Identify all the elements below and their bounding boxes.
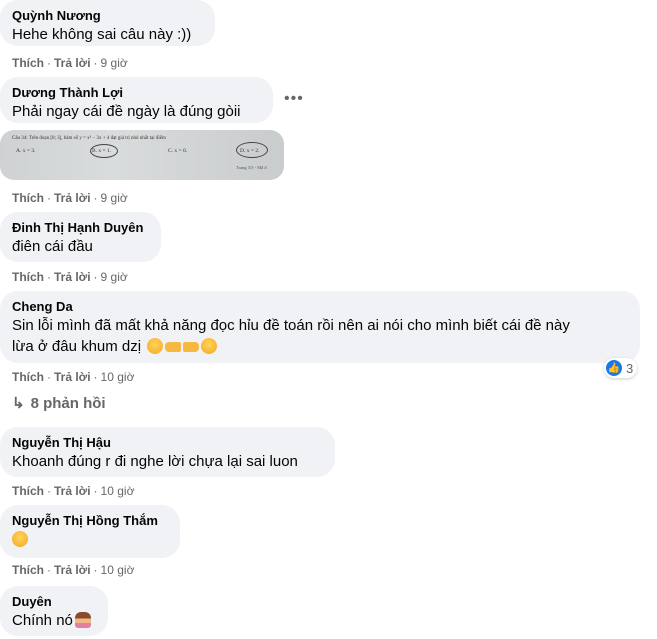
- comment-bubble: Duyên Chính nó: [0, 586, 108, 636]
- comment-text: điên cái đầu: [12, 238, 93, 255]
- more-options-icon[interactable]: •••: [284, 91, 304, 113]
- comment-text: Khoanh đúng r đi nghe lời chựa lại sai l…: [12, 453, 298, 470]
- separator: ·: [93, 56, 98, 70]
- comment-author[interactable]: Nguyễn Thị Hồng Thắm: [12, 513, 168, 529]
- comment-actions: Thích · Trả lời · 9 giờ: [12, 55, 128, 71]
- attached-photo[interactable]: Câu 34: Trên đoạn [0; 3], hàm số y = x³ …: [0, 130, 284, 180]
- comment-actions: Thích · Trả lời · 10 giờ: [12, 483, 134, 499]
- comment-text: Phải ngay cái đề ngày là đúng gòii: [12, 103, 241, 120]
- comment-bubble: Cheng Da Sin lỗi mình đã mất khả năng đọ…: [0, 291, 640, 363]
- separator: ·: [93, 191, 98, 205]
- crying-face-emoji: [201, 338, 218, 354]
- separator: ·: [47, 56, 51, 70]
- like-button[interactable]: Thích: [12, 270, 44, 284]
- comment-bubble: Nguyễn Thị Hậu Khoanh đúng r đi nghe lời…: [0, 427, 335, 477]
- photo-question-line: Câu 34: Trên đoạn [0; 3], hàm số y = x³ …: [12, 136, 166, 141]
- photo-option-b-text: B. x = 1.: [92, 148, 112, 154]
- comment-author[interactable]: Duyên: [12, 594, 96, 610]
- timestamp[interactable]: 9 giờ: [101, 270, 128, 284]
- timestamp[interactable]: 10 giờ: [101, 370, 135, 384]
- photo-footer: Trang 3/5 - Mã đ: [236, 165, 267, 170]
- photo-option-a: A. x = 3.: [16, 148, 36, 154]
- reply-button[interactable]: Trả lời: [54, 563, 91, 577]
- comment-text-content: Chính nó: [12, 612, 73, 629]
- reply-button[interactable]: Trả lời: [54, 370, 91, 384]
- comment-author[interactable]: Cheng Da: [12, 299, 628, 315]
- reply-button[interactable]: Trả lời: [54, 56, 91, 70]
- comment-author[interactable]: Nguyễn Thị Hậu: [12, 435, 323, 451]
- separator: ·: [47, 484, 51, 498]
- timestamp[interactable]: 9 giờ: [101, 56, 128, 70]
- timestamp[interactable]: 10 giờ: [101, 484, 135, 498]
- separator: ·: [93, 563, 98, 577]
- separator: ·: [47, 270, 51, 284]
- comment-text-cont: lừa ở đâu khum dzị: [12, 338, 142, 355]
- comment-bubble: Đinh Thị Hạnh Duyên điên cái đầu: [0, 212, 161, 262]
- replies-count: 8 phản hồi: [30, 395, 106, 412]
- view-replies-link[interactable]: ↳ 8 phản hồi: [12, 394, 106, 412]
- like-reaction-icon: 👍: [606, 360, 622, 376]
- comment-actions: Thích · Trả lời · 9 giờ: [12, 269, 128, 285]
- smiling-face-emoji: [12, 531, 28, 547]
- reply-button[interactable]: Trả lời: [54, 191, 91, 205]
- person-gesturing-emoji: [74, 612, 91, 628]
- like-button[interactable]: Thích: [12, 563, 44, 577]
- pleading-face-emoji: [147, 338, 164, 354]
- separator: ·: [47, 191, 51, 205]
- photo-option-d: D. x = 2.: [240, 148, 260, 154]
- separator: ·: [47, 370, 51, 384]
- pointing-right-emoji: [165, 342, 182, 352]
- comment-actions: Thích · Trả lời · 10 giờ: [12, 562, 134, 578]
- comment-author[interactable]: Đinh Thị Hạnh Duyên: [12, 220, 149, 236]
- timestamp[interactable]: 9 giờ: [101, 191, 128, 205]
- timestamp[interactable]: 10 giờ: [101, 563, 135, 577]
- like-button[interactable]: Thích: [12, 56, 44, 70]
- reaction-count: 3: [626, 360, 634, 376]
- comment-text: [12, 530, 168, 550]
- comment-bubble: Dương Thành Lợi Phải ngay cái đề ngày là…: [0, 77, 273, 123]
- comment-author[interactable]: Dương Thành Lợi: [12, 85, 261, 101]
- comment-bubble: Nguyễn Thị Hồng Thắm: [0, 505, 180, 558]
- comment-bubble: Quỳnh Nương Hehe không sai câu này :)): [0, 0, 215, 46]
- like-button[interactable]: Thích: [12, 191, 44, 205]
- reaction-summary[interactable]: 👍 3: [604, 358, 638, 378]
- separator: ·: [47, 563, 51, 577]
- reply-button[interactable]: Trả lời: [54, 270, 91, 284]
- reply-arrow-icon: ↳: [12, 395, 25, 412]
- like-button[interactable]: Thích: [12, 370, 44, 384]
- like-button[interactable]: Thích: [12, 484, 44, 498]
- comment-author[interactable]: Quỳnh Nương: [12, 8, 203, 24]
- comment-text: Chính nó: [12, 611, 96, 631]
- separator: ·: [93, 484, 98, 498]
- comment-actions: Thích · Trả lời · 10 giờ: [12, 369, 134, 385]
- reply-button[interactable]: Trả lời: [54, 484, 91, 498]
- comment-text-line2: lừa ở đâu khum dzị: [12, 337, 628, 357]
- comment-text: Sin lỗi mình đã mất khả năng đọc hỉu đề …: [12, 317, 570, 334]
- separator: ·: [93, 270, 98, 284]
- separator: ·: [93, 370, 98, 384]
- comment-text: Hehe không sai câu này :)): [12, 26, 192, 43]
- comment-actions: Thích · Trả lời · 9 giờ: [12, 190, 128, 206]
- pointing-left-emoji: [183, 342, 200, 352]
- photo-option-c: C. x = 0.: [168, 148, 188, 154]
